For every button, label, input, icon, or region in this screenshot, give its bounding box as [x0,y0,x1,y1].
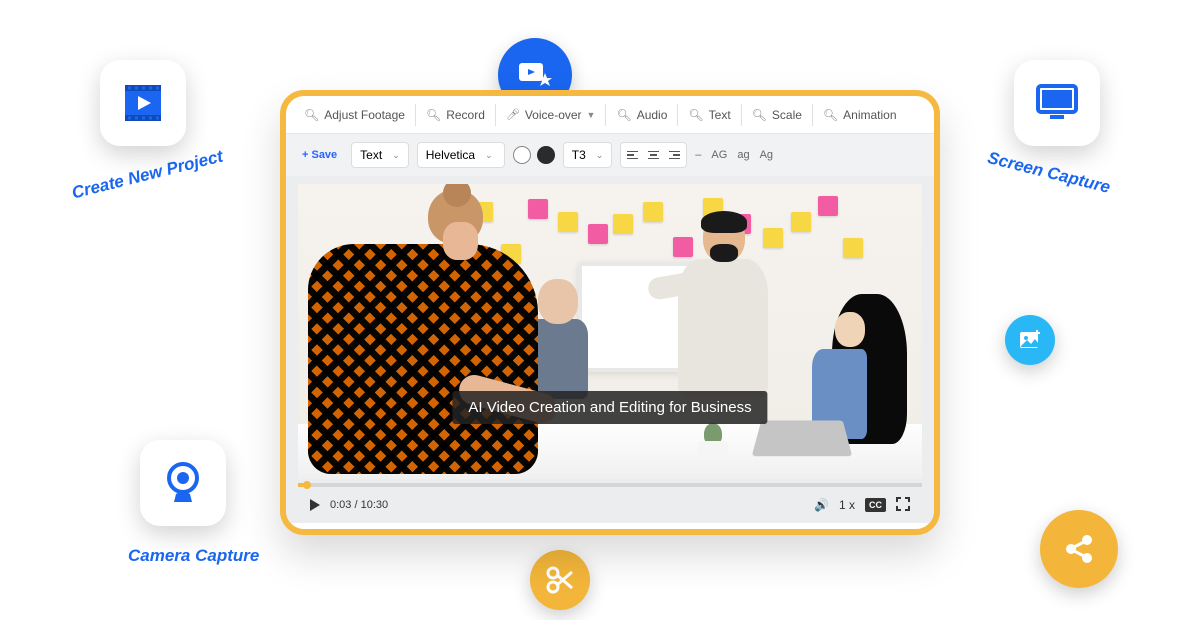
text-button[interactable]: 🔍︎Text [678,96,740,133]
share-icon [1060,530,1098,568]
chevron-down-icon: ⌄ [596,150,604,161]
seek-bar[interactable] [298,483,922,487]
scissors-icon [544,564,576,596]
text-case-group: – AG ag Ag [695,149,773,161]
volume-button[interactable]: 🔊 [814,498,829,512]
laptop-prop [752,421,853,457]
video-caption[interactable]: AI Video Creation and Editing for Busine… [452,391,767,424]
search-icon: 🔍︎ [752,108,767,122]
color-white[interactable] [513,146,531,164]
video-editor-window: 🔍︎Adjust Footage 🔍︎Record 🎤︎Voice-over▼ … [280,90,940,535]
save-button[interactable]: + Save [296,149,343,161]
search-icon: 🔍︎ [426,108,441,122]
film-play-icon [119,79,167,127]
share-button[interactable] [1040,510,1118,588]
playback-controls: 0:03 / 10:30 🔊 1 x CC [298,487,922,523]
text-size-dropdown[interactable]: T3⌄ [563,142,613,168]
audio-button[interactable]: 🔍︎Audio [606,96,677,133]
align-right-button[interactable] [669,151,680,160]
cut-button[interactable] [530,550,590,610]
video-star-icon [515,55,555,95]
screen-capture-tile[interactable] [1014,60,1100,146]
cc-button[interactable]: CC [865,498,886,512]
chevron-down-icon: ⌄ [485,150,493,161]
text-type-dropdown[interactable]: Text⌄ [351,142,409,168]
scale-button[interactable]: 🔍︎Scale [742,96,812,133]
play-button[interactable] [310,499,320,511]
add-image-button[interactable] [1005,315,1055,365]
alignment-group [620,142,687,168]
lowercase-button[interactable]: ag [737,149,749,161]
search-icon: 🔍︎ [304,108,319,122]
main-toolbar: 🔍︎Adjust Footage 🔍︎Record 🎤︎Voice-over▼ … [286,96,934,134]
camera-capture-tile[interactable] [140,440,226,526]
screen-capture-label: Screen Capture [986,148,1113,198]
voiceover-button[interactable]: 🎤︎Voice-over▼ [496,96,606,133]
video-frame[interactable]: AI Video Creation and Editing for Busine… [298,184,922,479]
chevron-down-icon: ⌄ [392,150,400,161]
search-icon: 🔍︎ [823,108,838,122]
adjust-footage-button[interactable]: 🔍︎Adjust Footage [294,96,415,133]
speed-button[interactable]: 1 x [839,498,855,512]
align-center-button[interactable] [648,151,659,160]
minus-button[interactable]: – [695,149,701,161]
color-swatches [513,146,555,164]
fullscreen-button[interactable] [896,497,910,514]
font-dropdown[interactable]: Helvetica⌄ [417,142,505,168]
create-project-tile[interactable] [100,60,186,146]
video-viewport: AI Video Creation and Editing for Busine… [286,176,934,523]
search-icon: 🔍︎ [688,108,703,122]
monitor-icon [1032,78,1082,128]
camera-capture-label: Camera Capture [128,546,259,566]
titlecase-button[interactable]: Ag [760,149,773,161]
webcam-icon [160,460,206,506]
create-project-label: Create New Project [70,147,225,204]
animation-button[interactable]: 🔍︎Animation [813,96,907,133]
search-icon: 🔍︎ [616,108,631,122]
image-plus-icon [1017,327,1043,353]
chevron-down-icon: ▼ [587,110,596,120]
time-display: 0:03 / 10:30 [330,499,388,511]
align-left-button[interactable] [627,151,638,160]
text-format-toolbar: + Save Text⌄ Helvetica⌄ T3⌄ – AG ag Ag [286,134,934,176]
uppercase-button[interactable]: AG [711,149,727,161]
color-dark[interactable] [537,146,555,164]
record-button[interactable]: 🔍︎Record [416,96,495,133]
mic-icon: 🎤︎ [506,108,520,121]
